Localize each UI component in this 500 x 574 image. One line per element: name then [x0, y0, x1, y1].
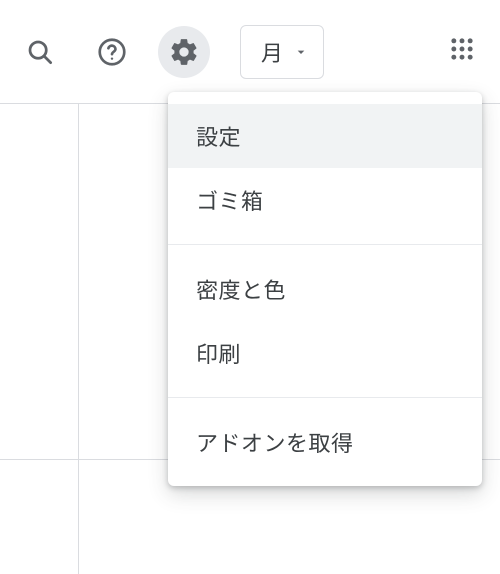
search-icon [25, 37, 55, 67]
menu-item-trash[interactable]: ゴミ箱 [168, 168, 482, 232]
view-selector[interactable]: 月 [240, 25, 324, 79]
settings-button[interactable] [158, 26, 210, 78]
menu-item-label: ゴミ箱 [196, 184, 264, 216]
gear-icon [168, 36, 200, 68]
menu-item-label: アドオンを取得 [196, 426, 354, 458]
help-button[interactable] [86, 26, 138, 78]
caret-down-icon [293, 44, 309, 60]
search-button[interactable] [14, 26, 66, 78]
grid-line-vertical [78, 104, 79, 574]
apps-button[interactable] [436, 26, 488, 78]
menu-item-print[interactable]: 印刷 [168, 321, 482, 385]
menu-divider [168, 397, 482, 398]
menu-item-label: 密度と色 [196, 273, 286, 305]
menu-item-settings[interactable]: 設定 [168, 104, 482, 168]
settings-menu: 設定 ゴミ箱 密度と色 印刷 アドオンを取得 [168, 92, 482, 486]
toolbar: 月 [0, 0, 500, 104]
menu-item-label: 印刷 [196, 337, 241, 369]
menu-item-addons[interactable]: アドオンを取得 [168, 410, 482, 474]
view-selector-label: 月 [261, 36, 283, 68]
menu-item-density[interactable]: 密度と色 [168, 257, 482, 321]
apps-grid-icon [448, 35, 476, 68]
help-icon [96, 36, 128, 68]
menu-item-label: 設定 [196, 120, 241, 152]
menu-divider [168, 244, 482, 245]
